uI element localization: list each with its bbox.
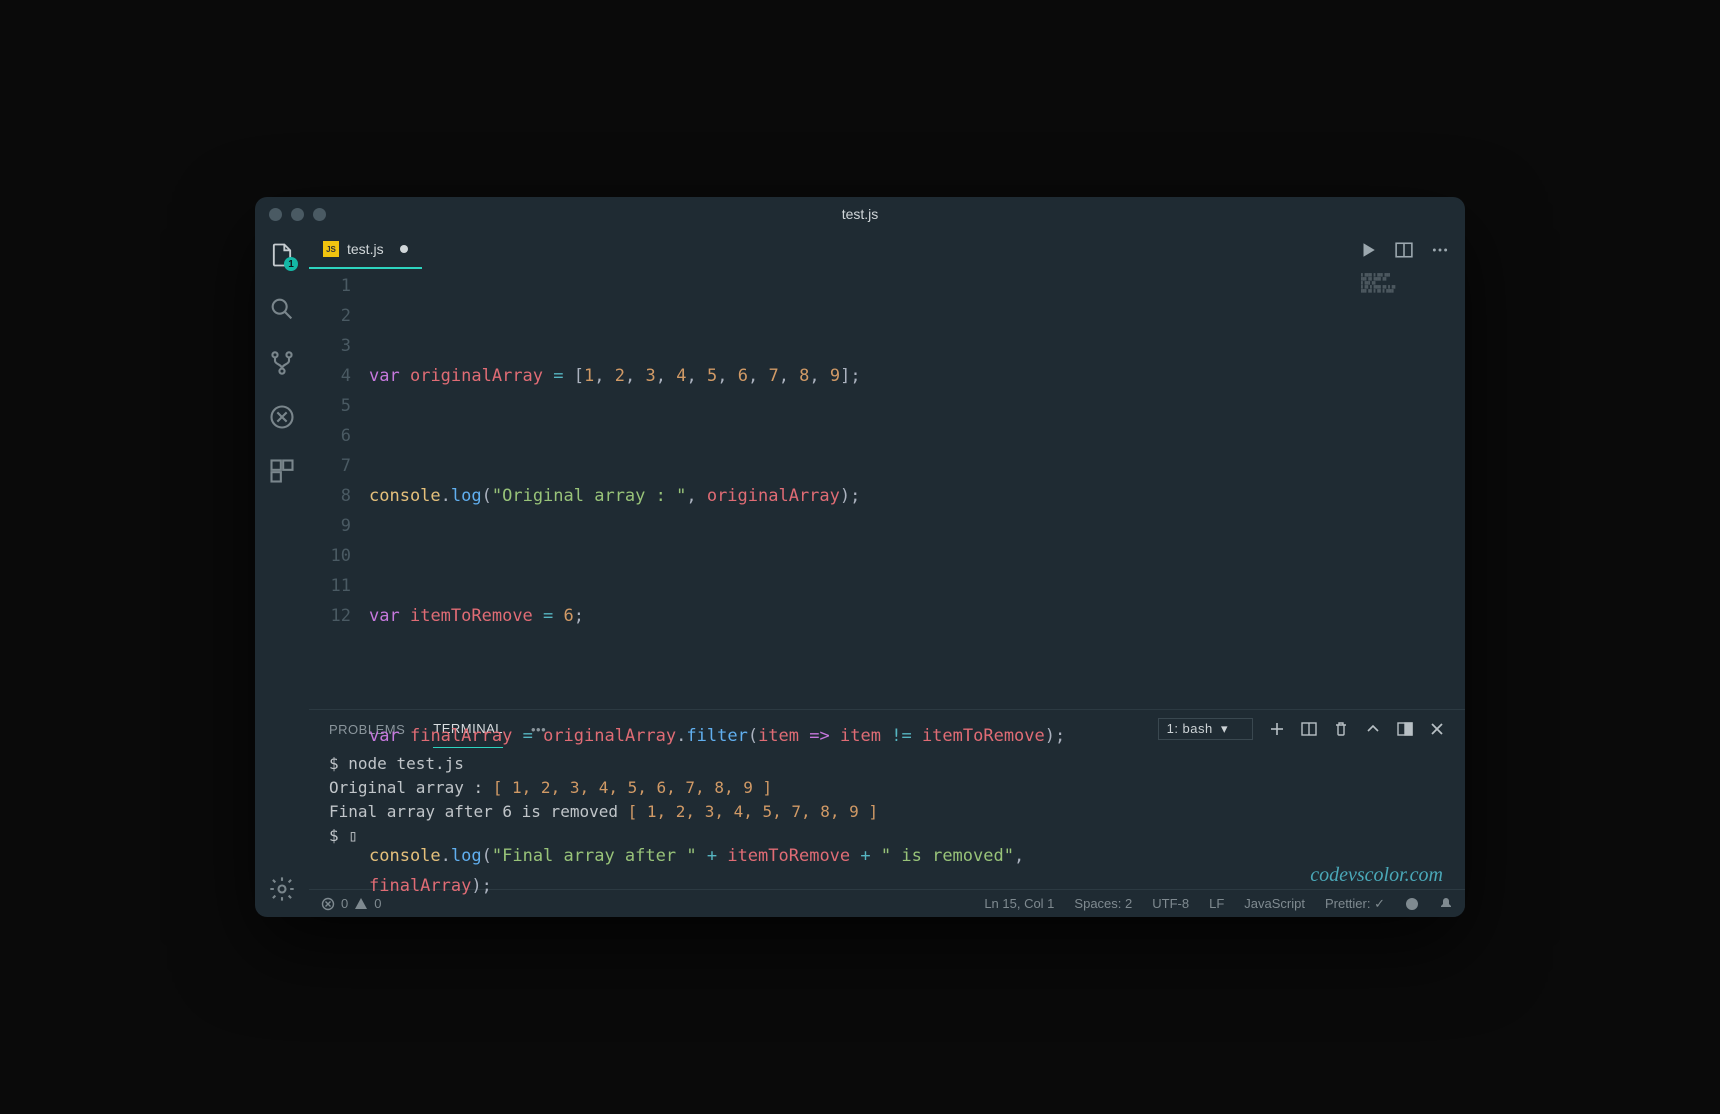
titlebar: test.js bbox=[255, 197, 1465, 231]
error-icon[interactable] bbox=[321, 897, 335, 911]
workbench: 1 JS test.js bbox=[255, 231, 1465, 917]
split-editor-icon[interactable] bbox=[1395, 241, 1413, 259]
terminal-output[interactable]: $ node test.js Original array : [ 1, 2, … bbox=[309, 748, 1465, 889]
feedback-smiley-icon[interactable] bbox=[1405, 897, 1419, 911]
source-control-icon[interactable] bbox=[268, 349, 296, 377]
window-title: test.js bbox=[255, 206, 1465, 222]
minimap[interactable]: █ ████ █ ███ ██████ ██ ████ ███ ███ ███ … bbox=[1361, 273, 1461, 333]
code-content[interactable]: var originalArray = [1, 2, 3, 4, 5, 6, 7… bbox=[369, 269, 1465, 709]
watermark: codevscolor.com bbox=[1310, 863, 1443, 887]
run-icon[interactable] bbox=[1359, 241, 1377, 259]
tab-test-js[interactable]: JS test.js bbox=[309, 231, 422, 269]
explorer-badge: 1 bbox=[284, 257, 298, 271]
explorer-icon[interactable]: 1 bbox=[268, 241, 296, 269]
warning-icon[interactable] bbox=[354, 897, 368, 911]
close-panel-icon[interactable] bbox=[1429, 721, 1445, 737]
editor-group: JS test.js 123456789101112 var originalA… bbox=[309, 231, 1465, 917]
editor-actions bbox=[1359, 241, 1465, 259]
activity-bar: 1 bbox=[255, 231, 309, 917]
js-file-icon: JS bbox=[323, 241, 339, 257]
settings-gear-icon[interactable] bbox=[268, 875, 296, 903]
error-count[interactable]: 0 bbox=[341, 896, 348, 911]
chevron-up-icon[interactable] bbox=[1365, 721, 1381, 737]
search-icon[interactable] bbox=[268, 295, 296, 323]
tab-filename: test.js bbox=[347, 241, 384, 257]
bell-icon[interactable] bbox=[1439, 897, 1453, 911]
extensions-icon[interactable] bbox=[268, 457, 296, 485]
editor[interactable]: 123456789101112 var originalArray = [1, … bbox=[309, 269, 1465, 709]
more-actions-icon[interactable] bbox=[1431, 241, 1449, 259]
vscode-window: test.js 1 bbox=[255, 197, 1465, 917]
maximize-panel-icon[interactable] bbox=[1397, 721, 1413, 737]
tab-bar: JS test.js bbox=[309, 231, 1465, 269]
debug-icon[interactable] bbox=[268, 403, 296, 431]
dirty-indicator-icon bbox=[400, 245, 408, 253]
line-numbers: 123456789101112 bbox=[309, 269, 369, 709]
